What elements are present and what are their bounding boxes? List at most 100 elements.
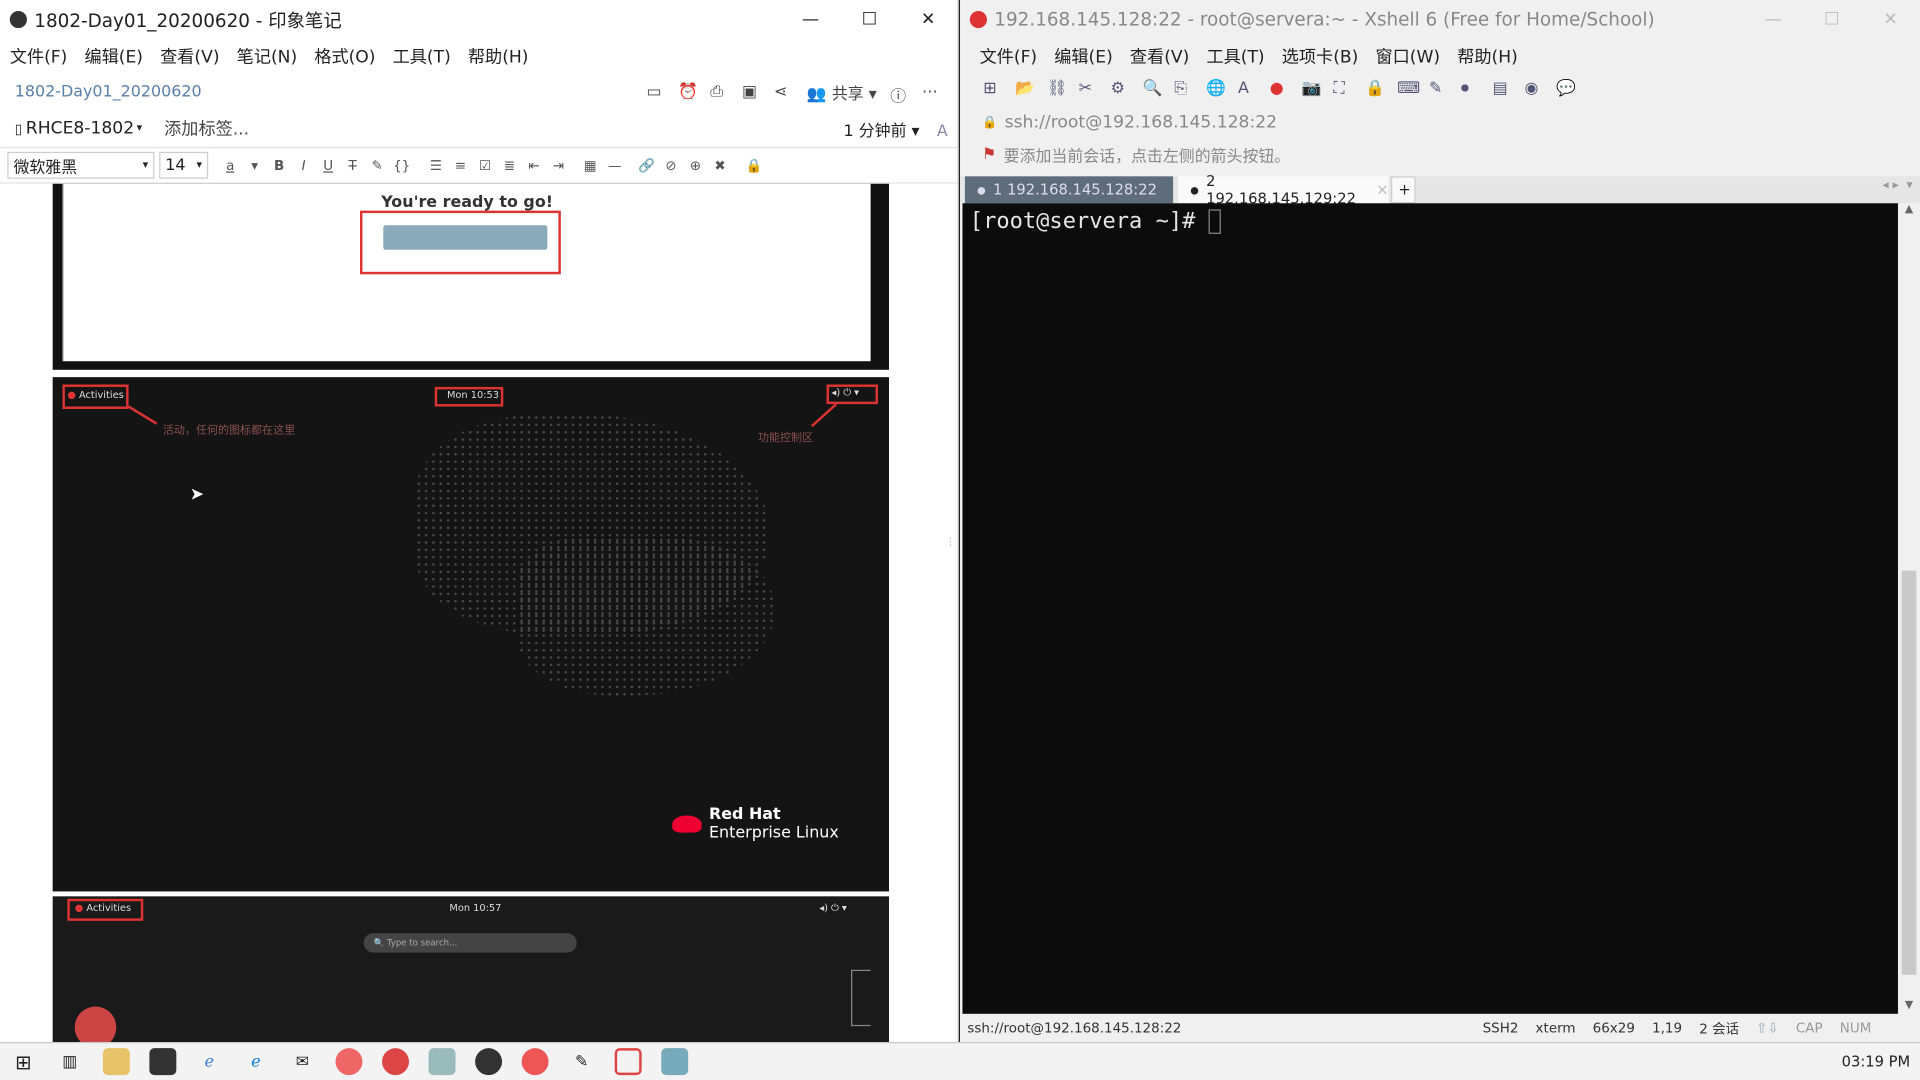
code-icon[interactable]: {}: [389, 157, 413, 173]
note-content[interactable]: You're ready to go! ● Activities Mon 10:…: [0, 183, 958, 1043]
globe-icon[interactable]: 🌐: [1206, 80, 1226, 100]
checkbox-icon[interactable]: ☑: [473, 157, 497, 173]
mail-icon[interactable]: ✉: [289, 1048, 316, 1075]
divider-icon[interactable]: —: [602, 157, 626, 173]
maximize-icon[interactable]: ☐: [1802, 0, 1861, 39]
help-globe-icon[interactable]: ◉: [1525, 80, 1545, 100]
firefox-icon[interactable]: [335, 1048, 363, 1076]
bookmark-icon[interactable]: ⚑: [982, 145, 996, 163]
text-color-icon[interactable]: a: [218, 157, 242, 173]
layout-icon[interactable]: ▤: [1493, 80, 1513, 100]
reminder-icon[interactable]: ⏰: [678, 83, 698, 103]
indent-icon[interactable]: ⇥: [546, 157, 570, 173]
chevron-down-icon[interactable]: ▾: [137, 122, 143, 134]
camera-icon[interactable]: 📷: [1302, 80, 1322, 100]
highlight-icon[interactable]: ✎: [365, 157, 389, 173]
script-icon[interactable]: ✎: [1429, 80, 1449, 100]
more-icon[interactable]: ⋯: [922, 83, 942, 103]
tab-session-1[interactable]: ● 1 192.168.145.128:22: [964, 176, 1174, 204]
lock-icon[interactable]: 🔒: [1365, 80, 1385, 100]
unlink-icon[interactable]: ⊘: [659, 157, 683, 173]
add-tag[interactable]: 添加标签...: [164, 116, 249, 140]
properties-icon[interactable]: ⚙: [1111, 80, 1131, 100]
store-icon[interactable]: [149, 1048, 177, 1076]
minimize-icon[interactable]: —: [781, 0, 840, 39]
share-network-icon[interactable]: ⋖: [774, 83, 794, 103]
font-size-select[interactable]: 14 ▾: [159, 151, 209, 179]
menu-tools[interactable]: 工具(T): [393, 44, 451, 68]
menu-tools[interactable]: 工具(T): [1206, 44, 1264, 68]
menu-edit[interactable]: 编辑(E): [84, 44, 143, 68]
xftp-icon[interactable]: ●: [1270, 80, 1290, 100]
menu-file[interactable]: 文件(F): [980, 44, 1038, 68]
present-icon[interactable]: ▣: [742, 83, 762, 103]
print-icon[interactable]: ⎙: [710, 83, 730, 103]
chevron-down-icon[interactable]: ▾: [242, 157, 266, 173]
open-folder-icon[interactable]: 📂: [1015, 80, 1035, 100]
keyboard-icon[interactable]: ⌨: [1397, 80, 1420, 100]
terminal-scrollbar[interactable]: ▲ ▼: [1897, 203, 1920, 1014]
outdent-icon[interactable]: ⇤: [522, 157, 546, 173]
font-family-select[interactable]: 微软雅黑 ▾: [7, 151, 155, 179]
close-icon[interactable]: ✕: [899, 0, 958, 39]
taskbar-clock[interactable]: 03:19 PM: [1842, 1053, 1911, 1070]
attach-icon[interactable]: ⊕: [683, 157, 707, 173]
terminal-area[interactable]: [root@servera ~]#: [962, 203, 1898, 1014]
lock-icon[interactable]: 🔒: [742, 157, 766, 173]
connect-icon[interactable]: ⛓: [1047, 80, 1067, 100]
windows-start-icon[interactable]: ⊞: [10, 1048, 37, 1075]
chrome-icon[interactable]: [382, 1048, 409, 1076]
font-icon[interactable]: A: [1238, 80, 1258, 100]
disconnect-icon[interactable]: ✂: [1079, 80, 1099, 100]
edge-icon[interactable]: ℯ: [242, 1048, 269, 1075]
tab-nav[interactable]: ◂ ▸ ▾: [1883, 179, 1913, 192]
task-view-icon[interactable]: ▥: [56, 1048, 83, 1075]
find-icon[interactable]: 🔍: [1142, 80, 1162, 100]
table-icon[interactable]: ▦: [578, 157, 602, 173]
photos-icon[interactable]: [661, 1048, 689, 1076]
menu-view[interactable]: 查看(V): [1130, 44, 1189, 68]
file-explorer-icon[interactable]: [102, 1048, 130, 1076]
font-color-a-icon[interactable]: A: [937, 122, 948, 140]
scroll-up-icon[interactable]: ▲: [1898, 203, 1920, 215]
record-icon[interactable]: ⏺: [1461, 80, 1481, 100]
link-icon[interactable]: 🔗: [634, 157, 658, 173]
cross-icon[interactable]: ✖: [708, 157, 732, 173]
evernote-taskbar-icon[interactable]: [475, 1048, 503, 1076]
italic-icon[interactable]: I: [291, 157, 315, 173]
vm-icon[interactable]: [428, 1048, 456, 1076]
screenshot-tool-icon[interactable]: [614, 1048, 642, 1076]
menu-file[interactable]: 文件(F): [10, 44, 68, 68]
numbered-list-icon[interactable]: ≡: [448, 157, 472, 173]
notebook-selector[interactable]: RHCE8-1802: [26, 119, 134, 139]
address-bar[interactable]: 🔒 ssh://root@192.168.145.128:22: [960, 105, 1920, 139]
share-button[interactable]: 👥 共享 ▾: [807, 81, 877, 104]
new-session-icon[interactable]: ⊞: [983, 80, 1003, 100]
maximize-icon[interactable]: ☐: [840, 0, 899, 39]
menu-format[interactable]: 格式(O): [314, 44, 375, 68]
bold-icon[interactable]: B: [267, 157, 291, 173]
xshell-taskbar-icon[interactable]: [521, 1048, 549, 1076]
info-icon[interactable]: ⓘ: [890, 83, 910, 106]
menu-note[interactable]: 笔记(N): [237, 44, 297, 68]
minimize-icon[interactable]: —: [1744, 0, 1803, 39]
menu-view[interactable]: 查看(V): [160, 44, 219, 68]
menu-help[interactable]: 帮助(H): [1457, 44, 1518, 68]
note-info-icon[interactable]: ▭: [647, 83, 667, 103]
new-tab-button[interactable]: +: [1391, 176, 1416, 204]
menu-tabs[interactable]: 选项卡(B): [1282, 44, 1359, 68]
scroll-thumb[interactable]: [1901, 570, 1917, 975]
align-icon[interactable]: ≣: [497, 157, 521, 173]
note-title[interactable]: 1802-Day01_20200620: [15, 83, 202, 101]
chat-icon[interactable]: 💬: [1556, 80, 1576, 100]
close-icon[interactable]: ×: [1376, 181, 1388, 198]
underline-icon[interactable]: U: [316, 157, 340, 173]
menu-help[interactable]: 帮助(H): [468, 44, 529, 68]
ie-icon[interactable]: ℯ: [196, 1048, 223, 1075]
tab-session-2[interactable]: ● 2 192.168.145.129:22 ×: [1177, 173, 1389, 207]
menu-window[interactable]: 窗口(W): [1375, 44, 1440, 68]
strikethrough-icon[interactable]: T: [340, 157, 364, 173]
fullscreen-icon[interactable]: ⛶: [1333, 80, 1353, 100]
scroll-down-icon[interactable]: ▼: [1898, 999, 1920, 1011]
bullet-list-icon[interactable]: ☰: [424, 157, 448, 173]
